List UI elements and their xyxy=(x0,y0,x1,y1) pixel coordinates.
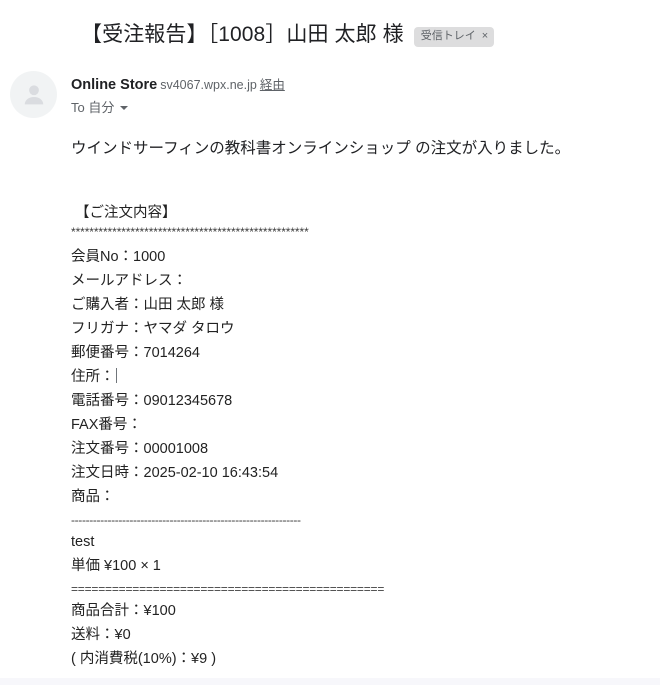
text-caret-icon xyxy=(115,368,117,383)
sender-via-link[interactable]: 経由 xyxy=(260,78,285,92)
recipient-label: To 自分 xyxy=(71,100,115,115)
detail-member-no: 会員No：1000 xyxy=(71,249,166,265)
email-body: ウインドサーフィンの教科書オンラインショップ の注文が入りました。 【ご注文内容… xyxy=(0,118,660,671)
bottom-strip xyxy=(0,678,660,685)
separator-dashes: ----------------------------------------… xyxy=(71,513,301,527)
sender-line: Online Store sv4067.wpx.ne.jp 経由 xyxy=(71,74,285,95)
detail-fax-number: FAX番号： xyxy=(71,417,142,433)
detail-address: 住所： xyxy=(71,365,660,389)
detail-product-label: 商品： xyxy=(71,489,115,505)
detail-email-address: メールアドレス： xyxy=(71,273,187,289)
detail-order-number: 注文番号：00001008 xyxy=(71,441,209,457)
item-unit-price: 単価 ¥100 × 1 xyxy=(71,558,161,574)
total-shipping: 送料：¥0 xyxy=(71,627,131,643)
detail-phone-number: 電話番号：09012345678 xyxy=(71,393,233,409)
detail-postal-code: 郵便番号：7014264 xyxy=(71,345,200,361)
label-chip-inbox[interactable]: 受信トレイ × xyxy=(413,27,495,47)
sender-row: Online Store sv4067.wpx.ne.jp 経由 To 自分 xyxy=(0,52,660,118)
detail-furigana: フリガナ：ヤマダ タロウ xyxy=(71,321,235,337)
detail-order-datetime: 注文日時：2025-02-10 16:43:54 xyxy=(71,465,279,481)
person-icon xyxy=(24,84,43,104)
chevron-down-icon[interactable] xyxy=(120,106,129,110)
email-message-view: 【受注報告】［1008］山田 太郎 様 受信トレイ × Online Store… xyxy=(0,0,660,678)
order-content-heading: 【ご注文内容】 xyxy=(75,205,177,221)
separator-equals: ========================================… xyxy=(71,582,385,596)
item-name: test xyxy=(71,534,95,550)
detail-purchaser: ご購入者：山田 太郎 様 xyxy=(71,297,225,313)
sender-name[interactable]: Online Store xyxy=(71,77,157,93)
subject-row: 【受注報告】［1008］山田 太郎 様 受信トレイ × xyxy=(0,0,660,52)
recipient-row[interactable]: To 自分 xyxy=(71,99,285,117)
avatar[interactable] xyxy=(10,71,57,118)
close-icon[interactable]: × xyxy=(482,31,488,42)
label-chip-text: 受信トレイ xyxy=(420,30,476,42)
total-consumption-tax: ( 内消費税(10%)：¥9 ) xyxy=(71,651,217,667)
sender-meta: Online Store sv4067.wpx.ne.jp 経由 To 自分 xyxy=(57,71,285,117)
sender-domain: sv4067.wpx.ne.jp xyxy=(160,78,257,92)
separator-asterisks: ****************************************… xyxy=(71,225,309,239)
detail-address-label: 住所： xyxy=(71,369,115,385)
email-subject: 【受注報告】［1008］山田 太郎 様 xyxy=(81,23,404,46)
body-intro-line: ウインドサーフィンの教科書オンラインショップ の注文が入りました。 xyxy=(71,140,571,157)
total-subtotal: 商品合計：¥100 xyxy=(71,603,176,619)
